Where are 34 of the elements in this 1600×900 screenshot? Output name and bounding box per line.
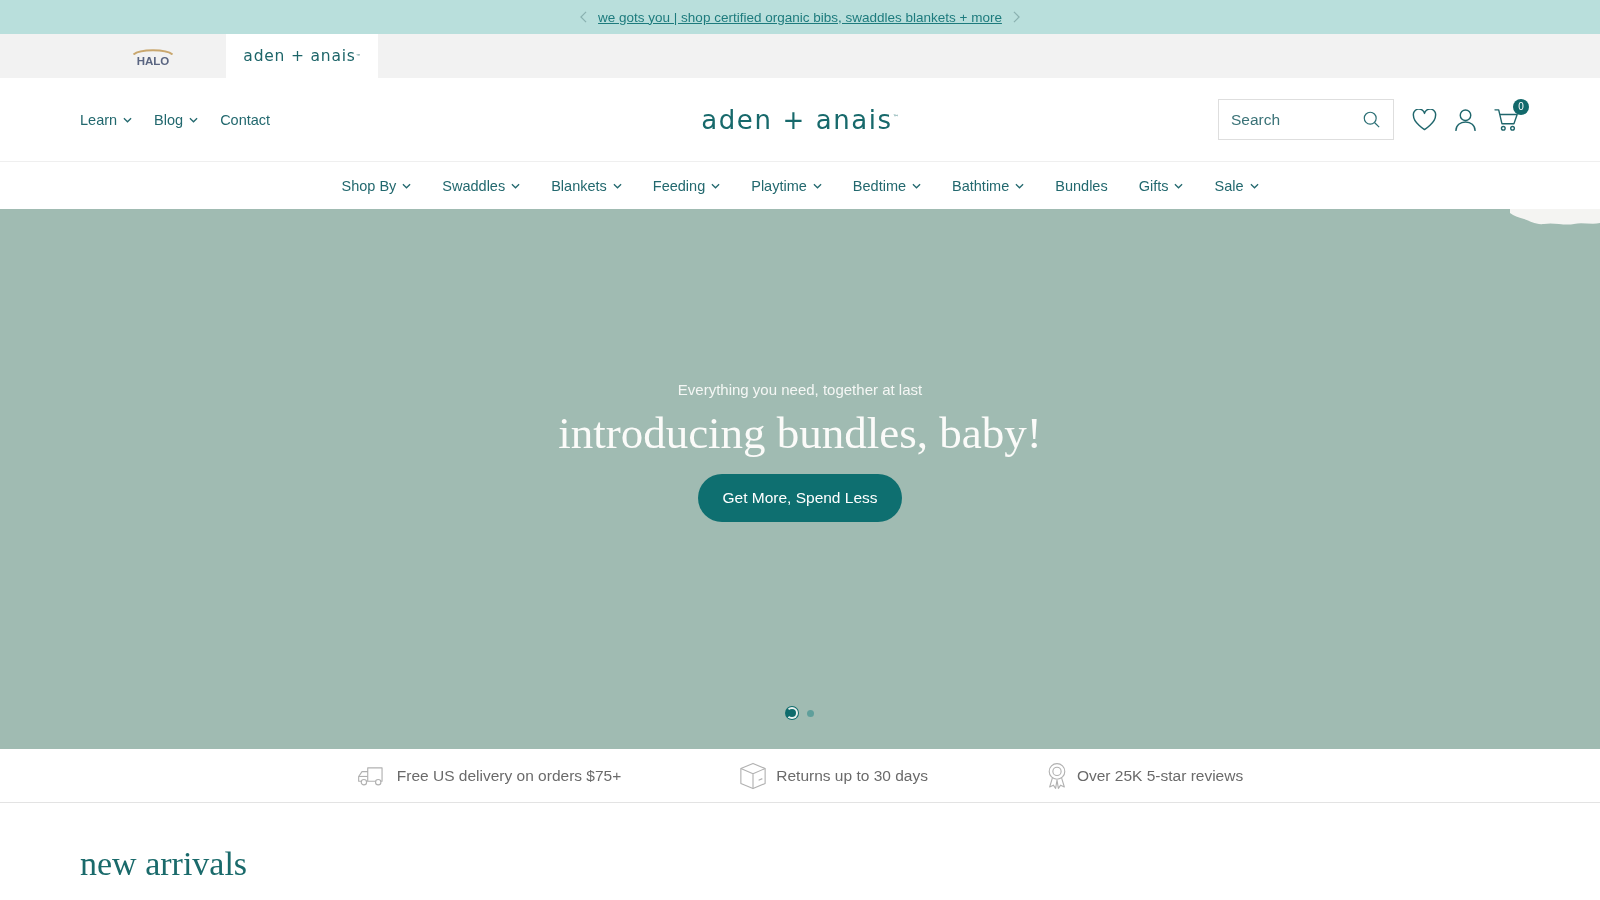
nav-link[interactable]: Gifts bbox=[1138, 177, 1184, 194]
nav-link[interactable]: Shop By bbox=[341, 177, 412, 194]
nav-link[interactable]: Blankets bbox=[551, 177, 622, 194]
slide-dot-icon[interactable] bbox=[807, 709, 814, 717]
nav-link[interactable]: Swaddles bbox=[442, 177, 521, 194]
brand-tab[interactable]: aden + anais$^{™}$ bbox=[226, 34, 378, 78]
hero-headline: introducing bundles, baby! bbox=[558, 407, 1042, 459]
nav-link[interactable]: Playtime bbox=[751, 177, 822, 194]
cta-button[interactable]: Get More, Spend Less bbox=[698, 474, 902, 522]
user-icon[interactable] bbox=[1455, 108, 1476, 131]
nav-link[interactable]: Learn bbox=[80, 111, 133, 128]
cart-count-badge: 0 bbox=[1513, 98, 1529, 115]
hero-eyebrow: Everything you need, together at last bbox=[677, 381, 923, 399]
site-logo[interactable]: aden + anais$^{™}$ bbox=[701, 104, 899, 135]
search-icon[interactable] bbox=[1363, 111, 1380, 128]
nav-link[interactable]: Bathtime bbox=[952, 177, 1025, 194]
nav-link[interactable]: Blog bbox=[154, 111, 199, 128]
nav-link[interactable]: Bundles bbox=[1055, 177, 1108, 194]
search-field[interactable]: Search bbox=[1218, 99, 1394, 140]
announcement-link[interactable]: we gots you | shop certified organic bibs, swaddles blankets + more bbox=[598, 9, 1002, 25]
nav-link[interactable]: Sale bbox=[1214, 177, 1259, 194]
nav-link[interactable]: Feeding bbox=[652, 177, 721, 194]
cart-icon[interactable] bbox=[1494, 107, 1520, 132]
feature-text: Free US delivery on orders $75+ bbox=[396, 766, 622, 785]
heart-icon[interactable] bbox=[1412, 108, 1437, 131]
brand-tab[interactable]: HALO bbox=[0, 34, 226, 78]
feature-text: Returns up to 30 days bbox=[776, 766, 928, 785]
box-icon bbox=[739, 761, 768, 790]
feature-text: Over 25K 5-star reviews bbox=[1076, 766, 1244, 785]
section-title: new arrivals bbox=[80, 844, 248, 884]
slide-dot-icon[interactable] bbox=[786, 707, 798, 719]
arc-icon bbox=[132, 48, 174, 55]
nav-link[interactable]: Bedtime bbox=[852, 177, 922, 194]
nav-link[interactable]: Contact bbox=[220, 111, 271, 128]
